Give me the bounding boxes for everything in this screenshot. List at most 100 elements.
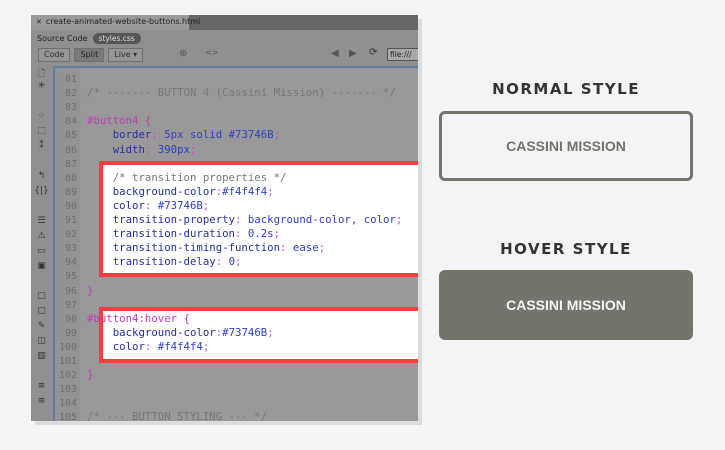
code-token: 5px solid #73746B <box>164 128 274 142</box>
comment-icon[interactable]: ▢ <box>31 291 52 306</box>
line-number: 85 <box>64 130 77 142</box>
line-number: 105 <box>58 412 77 421</box>
code-line[interactable]: 94 transition-delay: 0; <box>55 255 418 269</box>
indent-code-icon[interactable]: ◫ <box>31 336 52 351</box>
line-number: 95 <box>64 271 77 283</box>
source-code-link[interactable]: Source Code <box>37 34 88 43</box>
line-number: 87 <box>64 158 77 170</box>
line-number: 83 <box>64 102 77 114</box>
code-token: /* --- BUTTON STYLING --- */ <box>87 410 268 421</box>
open-documents-icon[interactable]: 🗋 <box>31 66 52 81</box>
code-token: : <box>144 339 158 353</box>
code-line[interactable]: 105 /* --- BUTTON STYLING --- */ <box>55 410 418 421</box>
code-line[interactable]: 85 border: 5px solid #73746B; <box>55 128 418 142</box>
code-token: : <box>280 241 293 255</box>
code-text: width: 390px; <box>87 142 197 157</box>
code-token: transition-timing-function <box>87 241 281 255</box>
code-text: background-color:#73746B; <box>87 326 274 340</box>
balance-braces-icon[interactable]: {|} <box>31 186 52 201</box>
code-line[interactable]: 97 <box>55 298 418 312</box>
code-line[interactable]: 100 color: #f4f4f4; <box>55 340 418 354</box>
code-token: background-color, color <box>247 213 396 226</box>
styles-css-pill[interactable]: styles.css <box>92 32 141 44</box>
line-number: 91 <box>64 215 77 226</box>
line-number: 101 <box>58 356 77 367</box>
code-line[interactable]: 91 transition-property: background-color… <box>55 213 418 227</box>
code-line[interactable]: 98 #button4:hover { <box>55 312 418 326</box>
line-number: 92 <box>64 229 77 241</box>
line-number: 102 <box>58 370 77 382</box>
bug-icon[interactable]: ✳ <box>31 81 52 96</box>
normal-style-heading: NORMAL STYLE <box>492 80 640 98</box>
code-token: #f4f4f4 <box>157 339 203 353</box>
code-text: transition-delay: 0; <box>87 255 242 269</box>
indent-icon[interactable]: ≡ <box>31 381 52 396</box>
code-text: /* --- BUTTON STYLING --- */ <box>87 410 267 421</box>
code-line[interactable]: 87 <box>55 157 418 171</box>
code-line[interactable]: 96} <box>55 284 418 298</box>
code-line[interactable]: 103 <box>55 382 418 396</box>
coding-toolbar: 🗋 ✳ ⁘ ⬚ ⁑ ↰ {|} ☰ ⚠ ▭ ▣ ▢ ▢ ✎ ◫ ▥ ≡ ≡ <box>31 66 52 421</box>
word-wrap-icon[interactable]: ▣ <box>31 261 52 276</box>
collapse-icon[interactable]: ⁘ <box>31 111 52 126</box>
split-view-button[interactable]: Split <box>74 48 105 62</box>
wrap-tag-icon[interactable]: ↰ <box>31 171 52 186</box>
line-number: 97 <box>64 299 77 311</box>
syntax-icon[interactable]: ▭ <box>31 246 52 261</box>
live-view-button[interactable]: Live ▾ <box>108 48 144 62</box>
code-token: color <box>87 339 145 353</box>
forward-arrow-icon[interactable]: ▶ <box>349 48 357 59</box>
code-line[interactable]: 84 #button4 { <box>55 114 418 128</box>
code-text: } <box>87 368 93 382</box>
document-tab[interactable]: ✕ create-animated-website-buttons.html <box>31 15 200 30</box>
editor-window: ✕ create-animated-website-buttons.html So… <box>31 15 418 421</box>
code-token: : <box>235 227 248 241</box>
highlight-invalid-icon[interactable]: ⚠ <box>31 231 52 246</box>
code-line[interactable]: 104 <box>55 396 418 410</box>
line-number: 96 <box>64 285 77 297</box>
code-line[interactable]: 92 transition-duration: 0.2s; <box>55 227 418 241</box>
code-text: transition-timing-function: ease; <box>87 241 325 255</box>
code-line[interactable]: 102} <box>55 368 418 382</box>
line-numbers-icon[interactable]: ☰ <box>31 216 52 231</box>
remove-comment-icon[interactable]: ▢ <box>31 306 52 321</box>
close-icon[interactable]: ✕ <box>36 18 42 26</box>
code-line[interactable]: 81 <box>55 72 418 86</box>
select-parent-icon[interactable]: ⬚ <box>31 126 52 141</box>
code-line[interactable]: 83 <box>55 100 418 114</box>
outdent-icon[interactable]: ≡ <box>31 396 52 411</box>
code-navigator-icon[interactable]: <> <box>205 48 218 57</box>
address-bar[interactable]: file:/// <box>387 48 418 61</box>
expand-icon[interactable]: ⁑ <box>31 141 52 156</box>
code-text: /* transition properties */ <box>87 171 287 185</box>
hover-cassini-button[interactable]: CASSINI MISSION <box>439 270 693 340</box>
code-line[interactable]: 89 background-color:#f4f4f4; <box>55 185 418 199</box>
live-label: Live <box>114 50 131 59</box>
code-line[interactable]: 95 <box>55 269 418 283</box>
code-view-button[interactable]: Code <box>38 48 71 62</box>
code-text: transition-duration: 0.2s; <box>87 227 280 241</box>
code-text: /* ------- BUTTON 4 (Cassini Mission) --… <box>87 86 396 100</box>
code-line[interactable]: 99 background-color:#73746B; <box>55 326 418 340</box>
code-line[interactable]: 90 color: #73746B; <box>55 199 418 213</box>
format-icon[interactable]: ▥ <box>31 351 52 366</box>
code-editor[interactable]: 81 82 /* ------- BUTTON 4 (Cassini Mission… <box>53 66 418 421</box>
code-token: ; <box>395 213 403 226</box>
refresh-icon[interactable]: ⟳ <box>369 47 377 58</box>
snippet-icon[interactable]: ✎ <box>31 321 52 336</box>
code-token: border <box>87 128 152 142</box>
code-token: #73746B <box>222 325 268 339</box>
code-token: transition-property <box>87 213 235 226</box>
code-line[interactable]: 82 /* ------- BUTTON 4 (Cassini Mission) … <box>55 86 418 100</box>
inspect-icon[interactable]: ⊕ <box>179 48 187 59</box>
normal-cassini-button[interactable]: CASSINI MISSION <box>439 111 693 181</box>
code-token: : <box>144 142 158 156</box>
code-line[interactable]: 101 <box>55 354 418 368</box>
code-line[interactable]: 93 transition-timing-function: ease; <box>55 241 418 255</box>
tab-title: create-animated-website-buttons.html <box>45 17 201 26</box>
code-token: } <box>87 368 94 382</box>
code-token: ; <box>202 198 210 212</box>
code-line[interactable]: 88 /* transition properties */ <box>55 171 418 185</box>
code-line[interactable]: 86 width: 390px; <box>55 143 418 157</box>
back-arrow-icon[interactable]: ◀ <box>331 48 339 59</box>
